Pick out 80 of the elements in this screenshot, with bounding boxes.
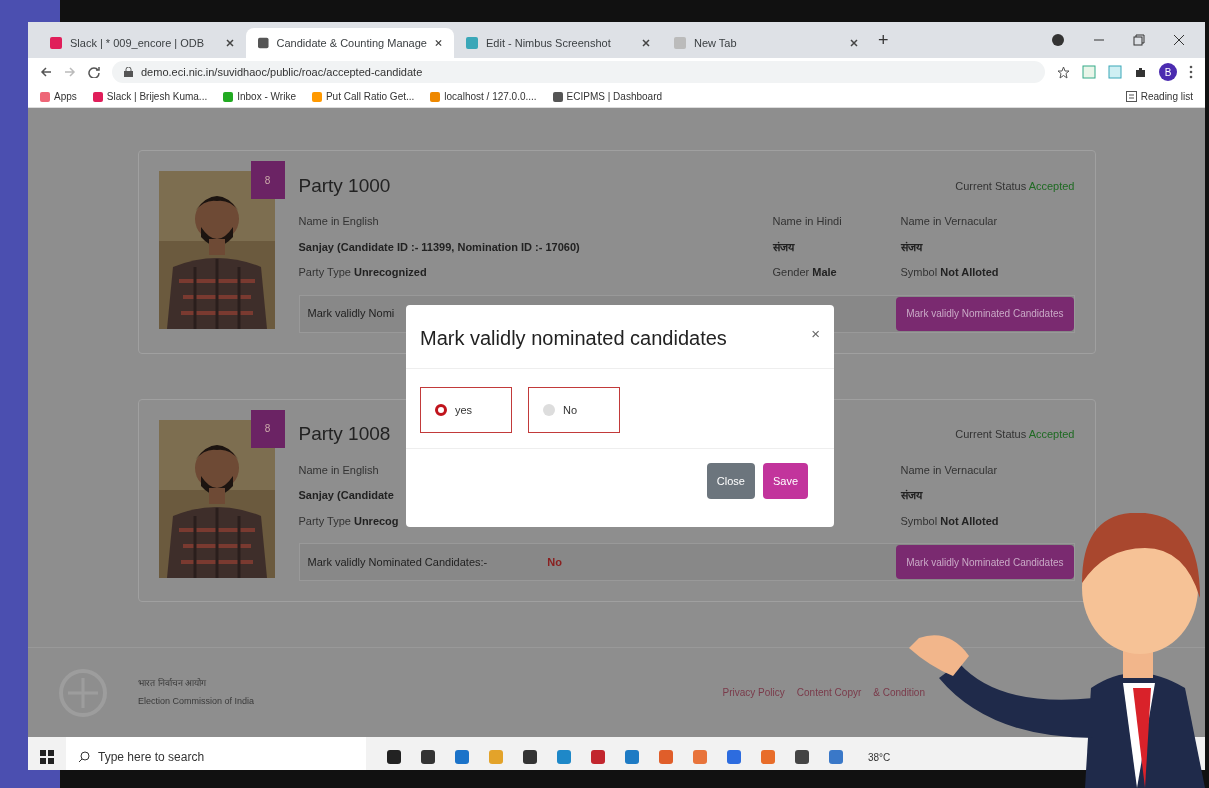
browser-tab[interactable]: New Tab (662, 28, 870, 58)
bookmark[interactable]: ECIPMS | Dashboard (552, 89, 663, 104)
modal-title: Mark validly nominated candidates (420, 326, 727, 351)
number-badge: 8 (250, 409, 285, 448)
bookmark[interactable]: Slack | Brijesh Kuma... (92, 89, 208, 104)
bookmark-icon (552, 91, 563, 102)
bookmark[interactable]: Inbox - Wrike (223, 89, 296, 104)
party-name: Party 1008 (298, 422, 391, 447)
field-value: संजय (900, 489, 922, 501)
field-text: Party Type Unrecog (298, 514, 399, 527)
field-value: Sanjay (Candidate (298, 489, 394, 501)
app-icon[interactable] (522, 749, 538, 765)
mark-validly-button[interactable]: Mark validly Nominated Candidates (896, 296, 1074, 331)
field-label: Name in Vernacular (900, 463, 998, 476)
reading-list-button[interactable]: Reading list (1125, 89, 1193, 104)
field-value: संजय (772, 240, 794, 253)
account-icon[interactable] (1051, 33, 1065, 47)
status-text: Current Status Accepted (955, 178, 1075, 194)
field-label: Name in English (298, 215, 379, 227)
field-text: Party Type Unrecognized (298, 266, 427, 278)
profile-avatar[interactable]: B (1159, 63, 1177, 81)
tab-favicon-icon (50, 37, 62, 49)
more-icon[interactable] (1189, 65, 1193, 79)
new-tab-button[interactable]: + (878, 26, 889, 54)
save-button[interactable]: Save (762, 463, 808, 499)
field-value: Sanjay (Candidate ID :- 11399, Nomination ID :- 17060) (298, 240, 580, 253)
restore-icon[interactable] (1133, 34, 1145, 46)
address-bar[interactable]: demo.eci.nic.in/suvidhaoc/public/roac/accepted-candidate (112, 61, 1045, 83)
lock-icon (124, 67, 133, 77)
field-label: Mark validly Nominated Candidates:- (307, 554, 488, 570)
windows-icon[interactable] (40, 750, 54, 764)
search-field[interactable]: Type here to search (66, 737, 366, 770)
tab-favicon-icon (466, 37, 478, 49)
bookmark-icon (430, 91, 441, 102)
field-text: Gender Male (772, 266, 837, 278)
browser-tab[interactable]: Edit - Nimbus Screenshot (454, 28, 662, 58)
tab-favicon-icon (674, 37, 686, 49)
weather-text: 38°C (868, 750, 891, 765)
field-text: Symbol Not Alloted (900, 266, 999, 278)
close-button[interactable]: × (811, 323, 820, 346)
browser-tab[interactable]: Candidate & Counting Manage (246, 28, 454, 58)
tab-favicon-icon (258, 37, 269, 49)
field-label: Name in Vernacular (900, 215, 998, 227)
star-icon[interactable] (1057, 65, 1070, 79)
app-icon[interactable] (420, 749, 436, 765)
number-badge: 8 (250, 161, 285, 199)
close-button[interactable]: Close (706, 463, 755, 499)
footer-text: भारत निर्वाचन आयोग (138, 677, 207, 690)
app-icon[interactable] (794, 749, 810, 765)
search-icon (78, 751, 90, 763)
bookmark-icon (311, 91, 322, 102)
party-name: Party 1000 (298, 173, 391, 198)
field-text: Symbol Not Alloted (900, 514, 999, 527)
field-value: संजय (900, 240, 922, 253)
status-text: Current Status Accepted (955, 427, 1075, 443)
bookmark-icon (223, 91, 234, 102)
close-icon[interactable] (1173, 34, 1185, 46)
bookmark[interactable]: Apps (40, 89, 77, 104)
field-label: Mark validly Nomi (307, 306, 395, 322)
radio-option[interactable]: No (528, 387, 620, 433)
field-label: Name in English (298, 463, 379, 476)
radio-option[interactable]: yes (420, 387, 512, 433)
bookmark-icon (92, 91, 103, 102)
bookmark-icon (40, 91, 50, 102)
mark-validly-button[interactable]: Mark validly Nominated Candidates (896, 545, 1074, 579)
close-icon[interactable] (850, 39, 858, 47)
browser-tab[interactable]: Slack | * 009_encore | ODB (38, 28, 246, 58)
bookmark[interactable]: localhost / 127.0.0.... (430, 89, 537, 104)
close-icon[interactable] (435, 39, 442, 47)
field-label: Name in Hindi (772, 215, 842, 227)
reading-list-icon (1125, 91, 1137, 102)
url-text: demo.eci.nic.in/suvidhaoc/public/roac/accepted-candidate (141, 64, 423, 80)
field-value: No (547, 554, 562, 570)
footer-text: Election Commission of India (138, 694, 255, 708)
back-icon[interactable] (40, 66, 52, 78)
close-icon[interactable] (226, 39, 234, 47)
reload-icon[interactable] (88, 66, 100, 78)
app-icon[interactable] (386, 749, 402, 765)
bookmark[interactable]: Put Call Ratio Get... (311, 89, 415, 104)
close-icon[interactable] (642, 39, 650, 47)
